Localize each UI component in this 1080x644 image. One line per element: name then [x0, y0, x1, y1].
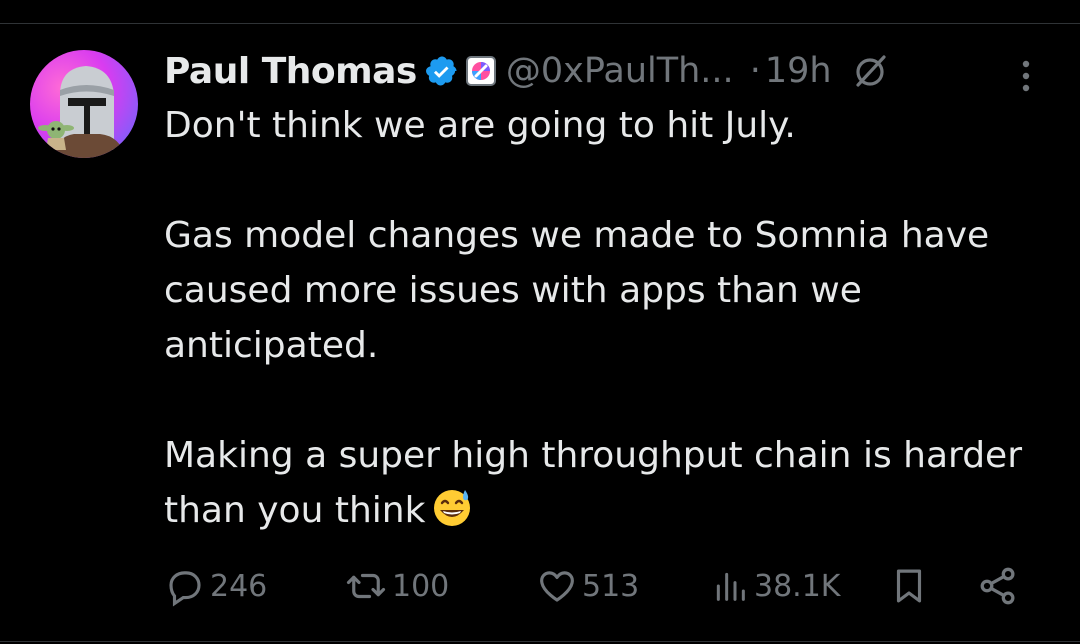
views-button[interactable]: 38.1K [710, 558, 840, 614]
tweet-paragraph-3: Making a super high throughput chain is … [164, 428, 1054, 538]
repost-button[interactable]: 100 [344, 558, 449, 614]
author-handle[interactable]: @0xPaulTh... [506, 51, 734, 91]
tweet-paragraph-2: Gas model changes we made to Somnia have… [164, 215, 990, 366]
reply-icon [169, 571, 201, 607]
tweet-body: Don't think we are going to hit July. Ga… [164, 98, 1054, 538]
affiliate-badge-icon[interactable] [465, 56, 496, 86]
more-icon[interactable] [1012, 56, 1040, 96]
share-icon [980, 567, 1015, 605]
reply-button[interactable]: 246 [164, 558, 267, 614]
bookmark-button[interactable] [888, 558, 930, 614]
tweet-paragraph-3-text: Making a super high throughput chain is … [164, 435, 1022, 531]
bottom-divider [0, 641, 1080, 642]
grok-icon[interactable] [850, 51, 890, 91]
share-button[interactable] [976, 558, 1020, 614]
views-icon [716, 572, 745, 601]
tweet-line-1: Don't think we are going to hit July. [164, 105, 796, 146]
separator-dot: · [749, 51, 761, 91]
verified-badge-icon[interactable] [425, 54, 459, 88]
repost-icon [346, 573, 386, 599]
author-name[interactable]: Paul Thomas [164, 51, 417, 92]
bookmark-icon [896, 569, 922, 603]
avatar[interactable] [30, 50, 138, 158]
grinning-sweat-emoji-icon [434, 490, 471, 526]
reply-count: 246 [210, 568, 268, 604]
tweet[interactable]: Paul Thomas @0xPaulTh... · 19h Don't thi… [0, 24, 1080, 641]
repost-count: 100 [392, 568, 450, 604]
tweet-actions: 246 100 513 38.1K [164, 558, 1044, 614]
tweet-header: Paul Thomas @0xPaulTh... · 19h [164, 44, 890, 98]
like-button[interactable]: 513 [536, 558, 639, 614]
timestamp[interactable]: 19h [765, 51, 832, 91]
views-count: 38.1K [754, 568, 841, 604]
like-icon [540, 571, 574, 602]
like-count: 513 [582, 568, 640, 604]
